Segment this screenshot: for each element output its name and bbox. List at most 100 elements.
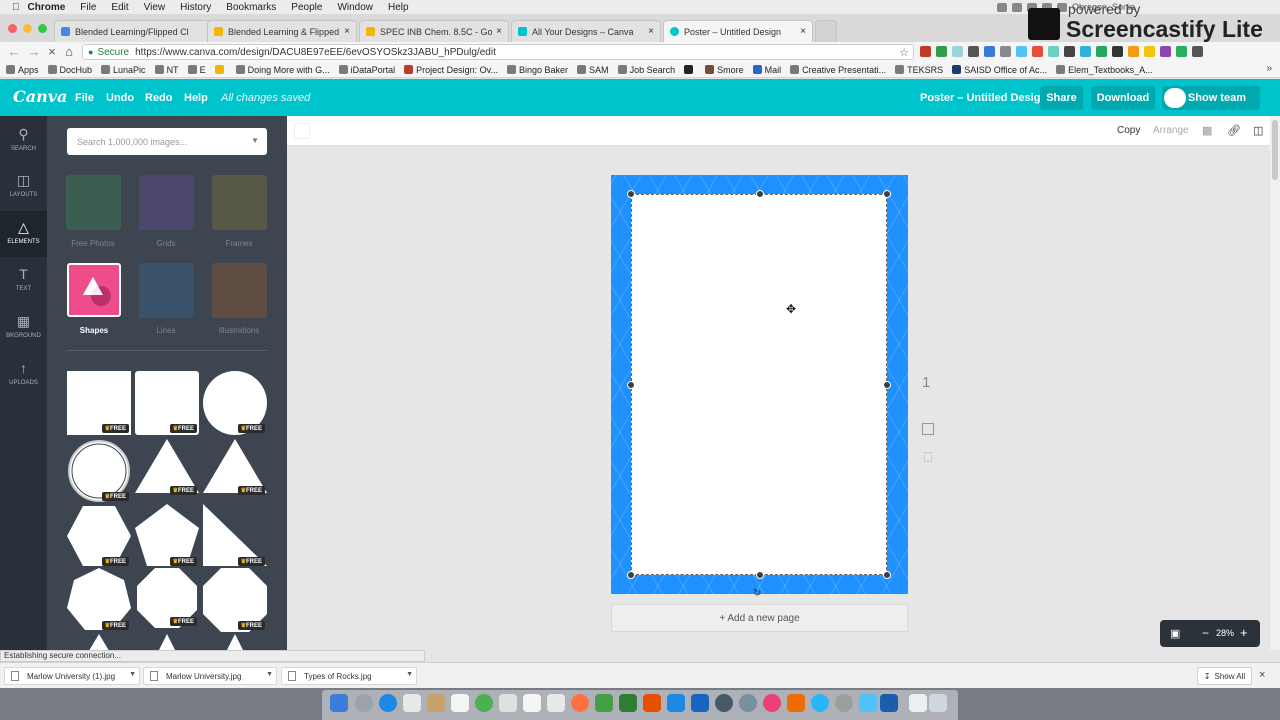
help-menu[interactable]: Help	[184, 92, 208, 104]
back-icon[interactable]: ←	[6, 44, 22, 59]
apple-icon[interactable]: 	[12, 2, 20, 13]
menu-window[interactable]: Window	[337, 2, 373, 13]
itunes-icon[interactable]	[763, 694, 781, 712]
bookmark-item[interactable]: Elem_Textbooks_A...	[1056, 65, 1153, 75]
resize-handle[interactable]	[756, 571, 764, 579]
bookmark-item[interactable]: LunaPic	[101, 65, 146, 75]
quicktime-icon[interactable]	[739, 694, 757, 712]
extension-icon[interactable]	[1064, 46, 1075, 57]
color-swatch[interactable]	[294, 123, 310, 139]
close-tab-icon[interactable]: ×	[648, 26, 654, 37]
bookmark-star-icon[interactable]: ☆	[899, 46, 909, 59]
close-tab-icon[interactable]: ×	[344, 26, 350, 37]
bookmark-item[interactable]: iDataPortal	[338, 65, 395, 75]
extension-icon[interactable]	[996, 2, 1007, 12]
contacts-icon[interactable]	[427, 694, 445, 712]
share-button[interactable]: Share	[1040, 86, 1083, 110]
download-item[interactable]: Marlow University.jpg ▼	[143, 667, 277, 685]
sidebar-item-search[interactable]: ⚲ SEARCH	[0, 118, 47, 164]
extension-icon[interactable]	[1032, 46, 1043, 57]
octagon-shape[interactable]: FREE	[135, 568, 199, 632]
url-text[interactable]: https://www.canva.com/design/DACU8E97eEE…	[135, 47, 496, 58]
close-window-icon[interactable]	[8, 24, 17, 33]
transparency-icon[interactable]: ▩	[1202, 124, 1212, 137]
browser-tab[interactable]: Blended Learning & Flipped C ×	[207, 20, 357, 42]
resize-handle[interactable]	[883, 571, 891, 579]
photo-booth-icon[interactable]	[715, 694, 733, 712]
bookmark-item[interactable]	[684, 65, 696, 74]
extension-icon[interactable]	[1160, 46, 1171, 57]
frames-card[interactable]	[212, 175, 267, 230]
documents-folder-icon[interactable]	[909, 694, 927, 712]
chevron-down-icon[interactable]: ▼	[406, 671, 413, 678]
illustrations-card[interactable]	[212, 263, 267, 318]
minimize-window-icon[interactable]	[23, 24, 32, 33]
chrome-icon[interactable]	[475, 694, 493, 712]
extension-icon[interactable]	[1112, 46, 1123, 57]
finder-icon[interactable]	[330, 694, 348, 712]
link-icon[interactable]: 🔗︎	[1227, 124, 1241, 137]
extension-icon[interactable]	[1080, 46, 1091, 57]
close-icon[interactable]: ×	[1259, 669, 1265, 681]
octagon-shape[interactable]: FREE	[203, 568, 267, 632]
menu-help[interactable]: Help	[388, 2, 409, 13]
trash-icon[interactable]	[929, 694, 947, 712]
microphone-icon[interactable]	[1011, 2, 1022, 12]
sidebar-item-text[interactable]: T TEXT	[0, 258, 47, 304]
close-tab-icon[interactable]: ×	[800, 26, 806, 37]
extension-icon[interactable]	[984, 46, 995, 57]
maximize-window-icon[interactable]	[38, 24, 47, 33]
zoom-in-button[interactable]: +	[1240, 625, 1248, 640]
arrange-button[interactable]: Arrange	[1153, 125, 1189, 136]
copy-button[interactable]: Copy	[1117, 125, 1140, 136]
extension-icon[interactable]	[968, 46, 979, 57]
circle-shape[interactable]: FREE	[203, 371, 267, 435]
resize-handle[interactable]	[883, 190, 891, 198]
launchpad-icon[interactable]	[355, 694, 373, 712]
extension-icon[interactable]	[1016, 46, 1027, 57]
menu-history[interactable]: History	[180, 2, 211, 13]
new-tab-button[interactable]	[815, 20, 837, 42]
extension-icon[interactable]	[920, 46, 931, 57]
grids-card[interactable]	[139, 175, 194, 230]
browser-tab[interactable]: SPEC INB Chem. 8.5C - Goog ×	[359, 20, 509, 42]
bookmark-item[interactable]: DocHub	[47, 65, 92, 75]
calendar-icon[interactable]	[451, 694, 469, 712]
free-photos-card[interactable]	[66, 175, 121, 230]
menu-edit[interactable]: Edit	[111, 2, 128, 13]
chevron-down-icon[interactable]: ▼	[129, 671, 136, 678]
reminders-icon[interactable]	[523, 694, 541, 712]
heptagon-shape[interactable]: FREE	[67, 568, 131, 632]
bookmark-item[interactable]: Creative Presentati...	[790, 65, 886, 75]
mail-icon[interactable]	[403, 694, 421, 712]
bookmark-item[interactable]: Smore	[705, 65, 744, 75]
chevron-down-icon[interactable]: ▼	[266, 671, 273, 678]
bookmark-item[interactable]: NT	[154, 65, 179, 75]
app-store-icon[interactable]	[811, 694, 829, 712]
bookmark-item[interactable]: E	[187, 65, 206, 75]
keynote-icon[interactable]	[691, 694, 709, 712]
canva-logo[interactable]: Canva	[13, 87, 67, 106]
resize-handle[interactable]	[627, 571, 635, 579]
app-icon[interactable]	[859, 694, 877, 712]
resize-handle[interactable]	[756, 190, 764, 198]
bookmark-item[interactable]: Bingo Baker	[507, 65, 568, 75]
trash-icon[interactable]: ◫	[1253, 124, 1263, 137]
download-button[interactable]: Download	[1091, 86, 1155, 110]
bookmark-item[interactable]: SAISD Office of Ac...	[952, 65, 1047, 75]
duplicate-page-icon[interactable]	[922, 423, 934, 435]
bookmark-item[interactable]: TEKSRS	[895, 65, 943, 75]
browser-tab[interactable]: All Your Designs – Canva ×	[511, 20, 661, 42]
sidebar-item-elements[interactable]: △ ELEMENTS	[0, 211, 47, 257]
menu-app[interactable]: Chrome	[28, 2, 66, 13]
circle-outline-shape[interactable]: FREE	[67, 439, 131, 503]
address-bar[interactable]: ● Secure https://www.canva.com/design/DA…	[82, 44, 914, 60]
stop-icon[interactable]: ×	[44, 44, 60, 59]
shape-partial[interactable]	[135, 634, 199, 650]
extension-icon[interactable]	[1192, 46, 1203, 57]
bookmark-item[interactable]: Mail	[752, 65, 781, 75]
extension-icon[interactable]	[1144, 46, 1155, 57]
home-icon[interactable]: ⌂	[61, 44, 77, 59]
safari-icon[interactable]	[379, 694, 397, 712]
close-tab-icon[interactable]: ×	[496, 26, 502, 37]
